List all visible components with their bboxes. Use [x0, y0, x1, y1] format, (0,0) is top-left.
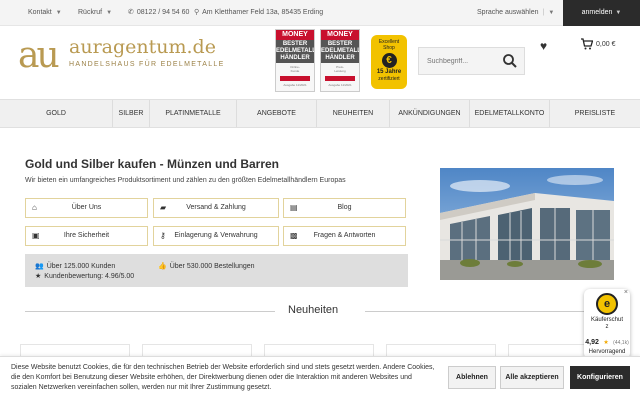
- trust-seal-icon: e: [596, 293, 618, 315]
- money-award-badge[interactable]: MONEY BESTER EDELMETALL- HÄNDLER Online-…: [275, 29, 315, 92]
- rating-text: Kundenbewertung: 4.96/5.00: [44, 273, 135, 280]
- contact-label: Kontakt: [28, 9, 52, 16]
- star-icon: ★: [603, 340, 609, 346]
- badge-small: Kunde: [290, 69, 300, 73]
- intro-text: Wir bieten ein umfangreiches Produktsort…: [25, 177, 346, 184]
- nav-item-silber[interactable]: SILBER: [113, 100, 150, 127]
- search-input[interactable]: [419, 48, 499, 74]
- callback-label: Rückruf: [78, 9, 103, 16]
- contact-menu[interactable]: Kontakt ▼: [28, 0, 62, 26]
- money-award-badge[interactable]: MONEY BESTER EDELMETALL- HÄNDLER Preis- …: [320, 29, 360, 92]
- security-button[interactable]: ▣ Ihre Sicherheit: [25, 226, 148, 246]
- page-title: Gold und Silber kaufen - Münzen und Barr…: [25, 157, 280, 171]
- main-navigation: GOLD SILBER PLATINMETALLE ANGEBOTE NEUHE…: [0, 99, 640, 128]
- badge-line: EDELMETALL-: [276, 48, 315, 54]
- phone-number: 08122 / 94 54 60: [136, 9, 190, 16]
- close-icon[interactable]: ×: [624, 289, 628, 296]
- button-label: Einlagerung & Verwahrung: [174, 232, 258, 239]
- badge-line: EDELMETALL-: [321, 48, 360, 54]
- language-selector[interactable]: Sprache auswählen | ▼: [477, 0, 554, 26]
- nav-item-neuheiten[interactable]: NEUHEITEN: [317, 100, 390, 127]
- nav-item-platinmetalle[interactable]: PLATINMETALLE: [150, 100, 237, 127]
- badge-small: Ausgabe 11/2021: [328, 83, 352, 87]
- cart-icon[interactable]: [581, 38, 594, 53]
- nav-item-preisliste[interactable]: PREISLISTE: [550, 100, 640, 127]
- reject-cookies-button[interactable]: Ablehnen: [448, 366, 496, 389]
- chevron-down-icon: ▼: [55, 10, 62, 16]
- money-brand: MONEY: [276, 30, 314, 40]
- chevron-down-icon: ▼: [548, 10, 555, 16]
- button-label: Versand & Zahlung: [186, 204, 246, 211]
- faq-button[interactable]: ▩ Fragen & Antworten: [283, 226, 406, 246]
- location-pin-icon: ⚲: [194, 9, 200, 16]
- customers-stat: 👥 Über 125.000 Kunden: [35, 262, 115, 270]
- login-button[interactable]: anmelden ▼: [563, 0, 640, 26]
- thumbs-up-icon: 👍: [158, 263, 167, 270]
- trust-rating: Hervorragend: [588, 349, 626, 355]
- logo-mark: au: [18, 35, 60, 76]
- search-icon[interactable]: [502, 53, 518, 69]
- section-title: Neuheiten: [288, 304, 339, 316]
- excellent-sub: zertifiziert: [378, 76, 400, 82]
- orders-stat: 👍 Über 530.000 Bestellungen: [158, 262, 255, 270]
- customers-text: Über 125.000 Kunden: [46, 263, 116, 270]
- trust-score: 4,92: [585, 339, 599, 346]
- nav-item-ankuendigungen[interactable]: ANKÜNDIGUNGEN: [390, 100, 470, 127]
- phone-icon: ✆: [128, 9, 134, 16]
- cookie-banner: Diese Website benutzt Cookies, die für d…: [0, 356, 640, 400]
- star-icon: ★: [35, 273, 42, 280]
- configure-cookies-button[interactable]: Konfigurieren: [570, 366, 630, 389]
- buyer-protection-label: Käuferschut: [590, 317, 624, 323]
- review-count: (44,1k): [613, 340, 629, 346]
- logo-tagline: HANDELSHAUS FÜR EDELMETALLE: [69, 61, 225, 68]
- stats-panel: 👥 Über 125.000 Kunden 👍 Über 530.000 Beste…: [25, 254, 408, 287]
- trusted-shops-widget[interactable]: × e Käuferschut z 4,92 ★ (44,1k) Hervorr…: [584, 289, 630, 359]
- callback-menu[interactable]: Rückruf ▼: [78, 0, 112, 26]
- badge-line: HÄNDLER: [325, 55, 355, 61]
- button-label: Ihre Sicherheit: [63, 232, 110, 239]
- badge-line: BESTER: [282, 41, 308, 47]
- phone-link[interactable]: ✆ 08122 / 94 54 60: [128, 0, 189, 26]
- nav-item-angebote[interactable]: ANGEBOTE: [237, 100, 317, 127]
- users-icon: 👥: [35, 263, 44, 270]
- badge-line: HÄNDLER: [280, 55, 310, 61]
- rating-stat: ★ Kundenbewertung: 4.96/5.00: [35, 272, 134, 280]
- logo-name: auragentum.de: [69, 36, 216, 58]
- building-photo: [440, 168, 614, 280]
- about-us-button[interactable]: ⌂ Über Uns: [25, 198, 148, 218]
- orders-text: Über 530.000 Bestellungen: [169, 263, 255, 270]
- storage-button[interactable]: ⚷ Einlagerung & Verwahrung: [153, 226, 279, 246]
- shipping-payment-button[interactable]: ▰ Versand & Zahlung: [153, 198, 279, 218]
- wishlist-heart-icon[interactable]: ♥: [540, 39, 547, 53]
- chevron-down-icon: ▼: [615, 10, 622, 16]
- button-label: Fragen & Antworten: [313, 232, 376, 239]
- button-label: Blog: [337, 204, 352, 211]
- language-label: Sprache auswählen: [477, 9, 539, 16]
- search-box: [418, 47, 525, 75]
- button-label: Über Uns: [71, 204, 102, 211]
- shop-seal-icon: €: [381, 53, 397, 68]
- excellent-line: Shop: [383, 45, 395, 51]
- accept-all-cookies-button[interactable]: Alle akzeptieren: [500, 366, 564, 389]
- cookie-text: Diese Website benutzt Cookies, die für d…: [11, 364, 435, 391]
- badge-small: Ausgabe 11/2021: [283, 83, 307, 87]
- blog-button[interactable]: ▤ Blog: [283, 198, 406, 218]
- buyer-protection-label: z: [605, 324, 609, 330]
- address-text: Am Kletthamer Feld 13a, 85435 Erding: [202, 9, 324, 16]
- badge-line: BESTER: [327, 41, 353, 47]
- top-bar: Kontakt ▼ Rückruf ▼ ✆ 08122 / 94 54 60 ⚲ Am …: [0, 0, 640, 26]
- badge-small: Leistung: [334, 69, 346, 73]
- excellent-shop-badge[interactable]: Excellent Shop € 15 Jahre zertifiziert: [371, 35, 407, 89]
- nav-item-gold[interactable]: GOLD: [0, 100, 113, 127]
- cart-total[interactable]: 0,00 €: [596, 41, 615, 48]
- chevron-down-icon: ▼: [106, 10, 113, 16]
- address-link[interactable]: ⚲ Am Kletthamer Feld 13a, 85435 Erding: [194, 0, 323, 26]
- nav-item-edelmetallkonto[interactable]: EDELMETALLKONTO: [470, 100, 550, 127]
- money-brand: MONEY: [321, 30, 359, 40]
- excellent-years: 15 Jahre: [376, 69, 402, 75]
- login-label: anmelden: [581, 9, 613, 16]
